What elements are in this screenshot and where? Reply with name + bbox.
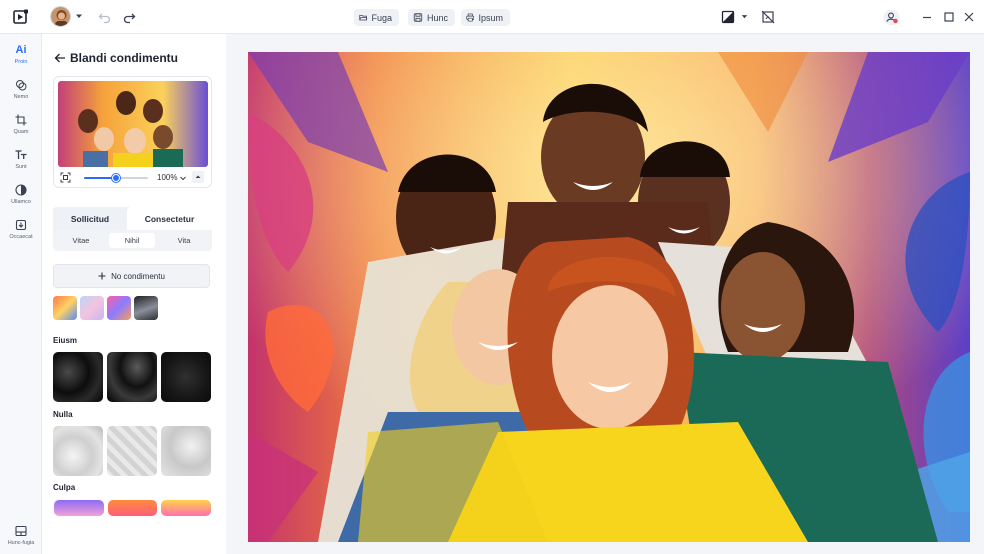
- section-title: Nulla: [53, 410, 73, 419]
- layers-icon: [16, 79, 27, 90]
- rail-item-sunt[interactable]: Sunt: [0, 142, 42, 176]
- filter-tile[interactable]: [54, 500, 104, 516]
- rail-item-quam[interactable]: Quam: [0, 107, 42, 141]
- filter-row: [53, 426, 211, 476]
- filter-swatch[interactable]: [134, 296, 158, 320]
- crop-off-icon[interactable]: [761, 10, 775, 24]
- redo-icon[interactable]: [122, 10, 136, 24]
- account-icon[interactable]: [883, 9, 900, 26]
- minimize-icon[interactable]: [921, 11, 933, 23]
- panel-title: Blandi condimentu: [70, 51, 178, 65]
- print-label: Ipsum: [478, 12, 503, 23]
- filter-row: [54, 500, 212, 516]
- rail-item-label: Ullamco: [11, 198, 31, 205]
- fit-screen-icon[interactable]: [60, 172, 71, 183]
- print-button[interactable]: Ipsum: [461, 9, 510, 26]
- save-icon: [413, 13, 423, 22]
- filter-tile[interactable]: [107, 426, 157, 476]
- ai-icon: Ai: [15, 44, 27, 56]
- collapse-navigator-button[interactable]: [192, 171, 204, 183]
- open-file-label: Fuga: [371, 12, 392, 23]
- printer-icon: [466, 13, 475, 22]
- plus-icon: [98, 272, 106, 280]
- no-filter-button[interactable]: No condimentu: [53, 264, 210, 288]
- filter-subtabs: Vitae Nihil Vita: [53, 230, 212, 251]
- rail-item-label: Hunc-fugia: [7, 539, 35, 546]
- canvas-area: [226, 34, 984, 554]
- save-label: Hunc: [426, 12, 448, 23]
- text-icon: [15, 149, 27, 159]
- app-logo-icon: [13, 9, 28, 24]
- subtab-vita[interactable]: Vita: [159, 233, 209, 248]
- preview-thumbnail[interactable]: [58, 81, 208, 167]
- filter-tile[interactable]: [161, 352, 211, 402]
- navigator-card: 100%: [53, 76, 212, 188]
- filter-swatch[interactable]: [53, 296, 77, 320]
- filter-tile[interactable]: [161, 500, 212, 516]
- folder-open-icon: [359, 15, 368, 21]
- no-filter-label: No condimentu: [111, 271, 165, 281]
- filter-tabs: Sollicitud Consectetur: [53, 207, 212, 230]
- tab-consectetur[interactable]: Consectetur: [127, 207, 212, 230]
- rail-item-label: Proin: [14, 59, 28, 65]
- rail-item-nemo[interactable]: Nemo: [0, 72, 42, 106]
- rail-item-hunc-fugia[interactable]: Hunc-fugia: [0, 518, 42, 552]
- arrow-left-icon[interactable]: [54, 52, 66, 64]
- panel-icon: [15, 525, 27, 536]
- filter-swatch[interactable]: [80, 296, 104, 320]
- filter-tile[interactable]: [53, 426, 103, 476]
- rail-item-label: Sunt: [15, 163, 27, 170]
- rail-item-occaecat[interactable]: Occaecat: [0, 212, 42, 246]
- filter-swatch[interactable]: [107, 296, 131, 320]
- chevron-up-icon: [195, 175, 201, 178]
- chevron-down-icon[interactable]: [74, 11, 84, 21]
- rail-item-proin[interactable]: Ai Proin: [0, 38, 42, 72]
- filter-panel: Blandi condimentu 100% Sollicitud Consec…: [42, 34, 226, 554]
- undo-icon[interactable]: [98, 10, 112, 24]
- crop-icon: [15, 114, 27, 125]
- subtab-nihil[interactable]: Nihil: [109, 233, 155, 248]
- rail-item-ullamco[interactable]: Ullamco: [0, 177, 42, 211]
- edited-photo[interactable]: [248, 52, 970, 542]
- avatar[interactable]: [50, 6, 71, 27]
- tab-sollicitud[interactable]: Sollicitud: [53, 207, 127, 230]
- zoom-level[interactable]: 100%: [157, 173, 177, 182]
- compare-icon[interactable]: [721, 10, 735, 24]
- section-title: Eiusm: [53, 336, 78, 345]
- maximize-icon[interactable]: [943, 11, 955, 23]
- chevron-down-icon[interactable]: [740, 12, 749, 21]
- filter-tile[interactable]: [161, 426, 211, 476]
- rail-item-label: Quam: [13, 128, 29, 135]
- section-title: Culpa: [53, 483, 76, 492]
- filter-tile[interactable]: [107, 352, 157, 402]
- recent-filters: [53, 296, 158, 320]
- tool-rail: Ai Proin Nemo Quam Sunt Ullamco Occaecat…: [0, 34, 42, 554]
- open-file-button[interactable]: Fuga: [354, 9, 399, 26]
- rail-item-label: Nemo: [13, 93, 29, 100]
- subtab-vitae[interactable]: Vitae: [56, 233, 106, 248]
- save-button[interactable]: Hunc: [408, 9, 455, 26]
- filter-row: [53, 352, 211, 402]
- zoom-slider[interactable]: [84, 174, 148, 182]
- filter-tile[interactable]: [53, 352, 103, 402]
- contrast-icon: [15, 183, 27, 196]
- close-icon[interactable]: [963, 11, 975, 23]
- top-bar: Fuga Hunc Ipsum: [0, 0, 984, 34]
- chevron-down-icon[interactable]: [179, 174, 187, 182]
- filter-tile[interactable]: [107, 500, 158, 516]
- rail-item-label: Occaecat: [9, 233, 33, 240]
- zoom-slider-handle[interactable]: [112, 174, 120, 182]
- import-icon: [15, 219, 27, 230]
